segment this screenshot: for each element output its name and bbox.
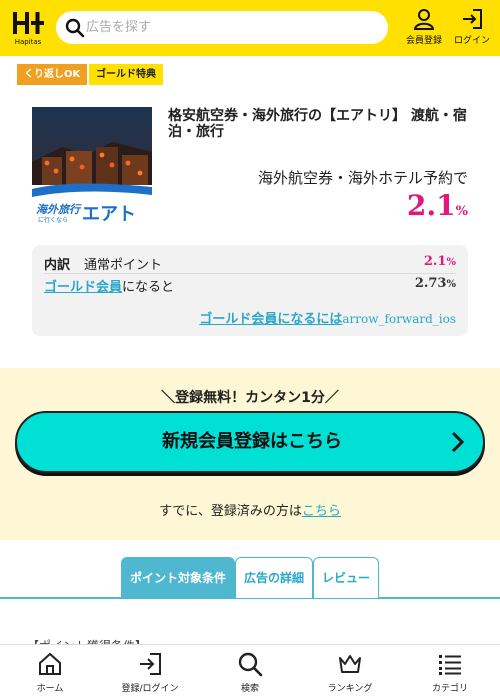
normal-rate-value: 2.1 [423, 254, 447, 269]
gold-rate-value: 2.73 [414, 276, 447, 291]
product-thumbnail: 海外旅行 に行くなら エアトリ [32, 107, 152, 227]
logo-text: Hapitas [14, 38, 42, 46]
nav-home-label: ホーム [36, 684, 64, 694]
nav-search-label: 検索 [240, 684, 259, 694]
nav-register-login[interactable]: 登録/ログイン [100, 651, 200, 694]
chevron-right-icon [451, 431, 465, 453]
search-box[interactable] [56, 11, 388, 44]
gold-suffix: になると [122, 280, 175, 295]
nav-category[interactable]: カテゴリ [400, 651, 500, 694]
home-icon [39, 652, 61, 675]
member-register-button[interactable]: 会員登録 [402, 8, 446, 48]
list-icon [439, 655, 461, 675]
thumb-brand: エアトリ [82, 204, 136, 225]
search-icon [238, 652, 263, 677]
product-title: 格安航空券・海外旅行の【エアトリ】 渡航・宿泊・旅行 [168, 108, 467, 140]
register-catchphrase: ＼登録無料！カンタン1分／ [161, 390, 339, 406]
arrow-forward-icon[interactable]: arrow_forward_ios [342, 312, 456, 326]
tab-reviews[interactable]: レビュー [313, 557, 379, 598]
thumb-caption-go: に行くなら [38, 217, 69, 224]
product-subtitle: 海外航空券・海外ホテル予約で [257, 169, 468, 187]
login-icon [463, 9, 482, 29]
breakdown-normal-row: 内訳 通常ポイント 2.1% [44, 254, 456, 274]
new-register-button[interactable]: 新規会員登録はこちら [15, 411, 485, 473]
point-breakdown: 内訳 通常ポイント 2.1% ゴールド会員になると 2.73% ゴールド会員になる… [32, 245, 468, 336]
gold-rate-unit: % [446, 279, 456, 290]
normal-rate-unit: % [446, 257, 456, 268]
nav-register-login-label: 登録/ログイン [121, 684, 179, 694]
point-rate-unit: % [455, 204, 468, 219]
search-icon[interactable] [65, 18, 85, 38]
login-icon [140, 653, 161, 675]
repeat-ok-badge: くり返しOK [17, 64, 88, 85]
user-icon [413, 9, 435, 30]
nav-ranking-label: ランキング [327, 684, 373, 694]
breakdown-label: 内訳 [44, 258, 71, 273]
point-rate-value: 2.1 [406, 189, 456, 222]
gold-benefit-badge: ゴールド特典 [89, 64, 163, 85]
tab-point-conditions[interactable]: ポイント対象条件 [121, 557, 235, 598]
bottom-navigation: ホーム 登録/ログイン 検索 ランキング カテゴリ [0, 644, 500, 700]
hapitas-logo[interactable]: Hapitas [10, 8, 46, 48]
point-rate: 2.1% [168, 189, 468, 222]
nav-ranking[interactable]: ランキング [300, 651, 400, 694]
register-section: ＼登録無料！カンタン1分／ 新規会員登録はこちら すでに、登録済みの方はこちら [0, 368, 500, 540]
new-register-label: 新規会員登録はこちら [162, 431, 342, 452]
login-button[interactable]: ログイン [450, 8, 494, 48]
search-input[interactable] [86, 11, 376, 44]
crown-icon [339, 655, 361, 673]
member-register-label: 会員登録 [405, 36, 442, 46]
normal-point-rate: 2.1% [424, 254, 456, 269]
gold-point-rate: 2.73% [415, 276, 456, 291]
tab-ad-details[interactable]: 広告の詳細 [235, 557, 313, 598]
gold-member-link[interactable]: ゴールド会員 [44, 280, 122, 295]
nav-home[interactable]: ホーム [0, 651, 100, 694]
nav-search[interactable]: 検索 [200, 651, 300, 694]
existing-login-prefix: すでに、登録済みの方は [159, 504, 302, 519]
hapitas-logo-icon [13, 12, 44, 34]
normal-point-label: 通常ポイント [84, 258, 163, 273]
breakdown-gold-row: ゴールド会員になると 2.73% [44, 276, 456, 296]
existing-login-text: すでに、登録済みの方はこちら [0, 500, 500, 519]
nav-category-label: カテゴリ [431, 684, 468, 694]
existing-login-link[interactable]: こちら [302, 504, 341, 519]
app-header: Hapitas 会員登録 ログイン [0, 0, 500, 56]
become-gold-link[interactable]: ゴールド会員になるには [199, 312, 342, 327]
login-label: ログイン [453, 36, 490, 46]
become-gold-row: ゴールド会員になるにはarrow_forward_ios [199, 308, 456, 327]
